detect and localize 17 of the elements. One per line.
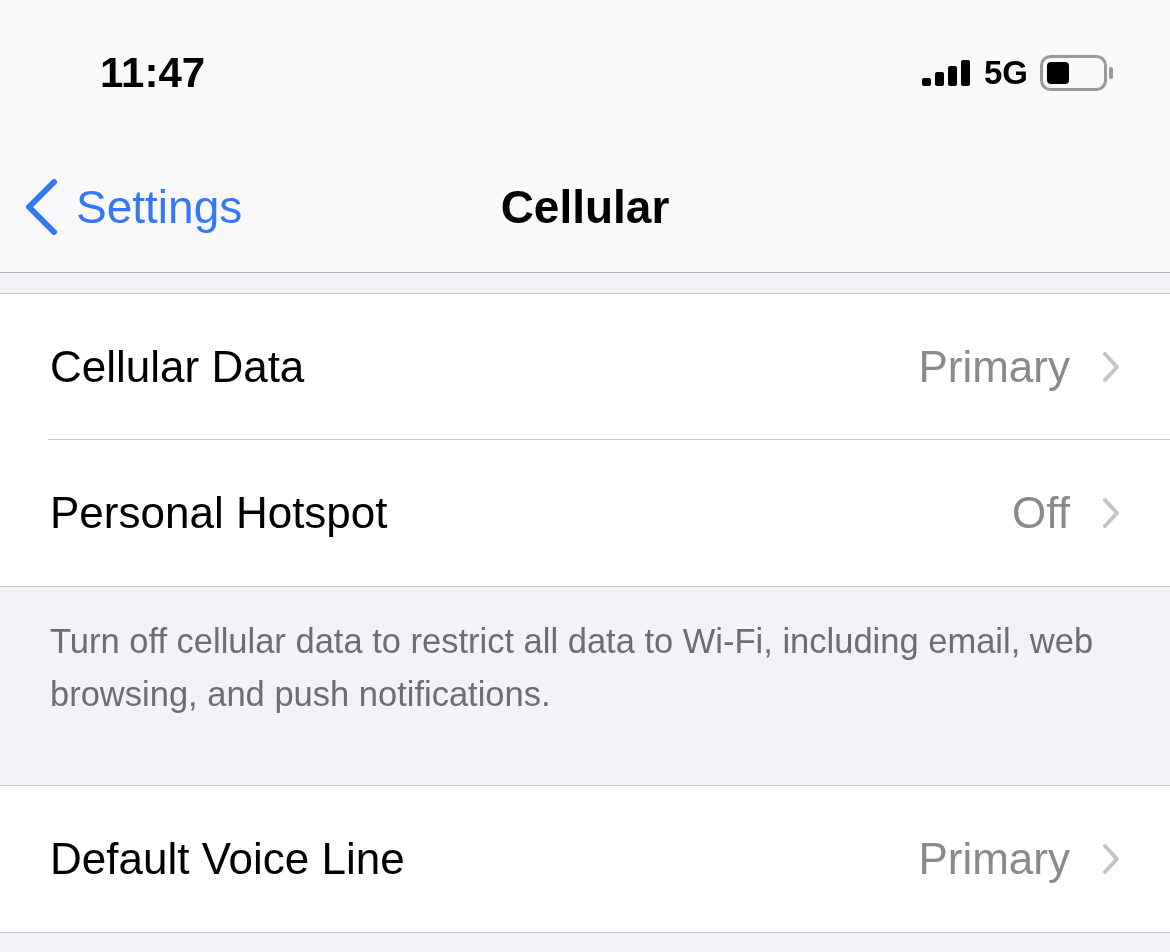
battery-icon — [1040, 55, 1114, 91]
back-link[interactable]: Settings — [24, 179, 501, 235]
page-title: Cellular — [500, 180, 670, 234]
row-value: Primary — [918, 341, 1070, 392]
row-label[interactable]: Cellular Data — [50, 341, 919, 392]
chevron-left-icon — [24, 179, 58, 235]
chevron-right-icon — [1102, 497, 1120, 529]
row-label[interactable]: Default Voice Line — [50, 834, 919, 884]
row-value: Off — [1012, 488, 1070, 538]
network-label: 5G — [983, 54, 1028, 92]
status-time: 11:47 — [100, 49, 206, 97]
row-label[interactable]: Personal Hotspot — [50, 488, 1013, 538]
row-value: Primary — [918, 834, 1070, 884]
chevron-right-icon — [1102, 350, 1120, 383]
chevron-right-icon — [1102, 843, 1120, 875]
footer-note: Turn off cellular data to restrict all data to Wi-Fi, including email, web browsing, and push notifications. — [50, 621, 1095, 715]
signal-icon — [921, 60, 972, 86]
